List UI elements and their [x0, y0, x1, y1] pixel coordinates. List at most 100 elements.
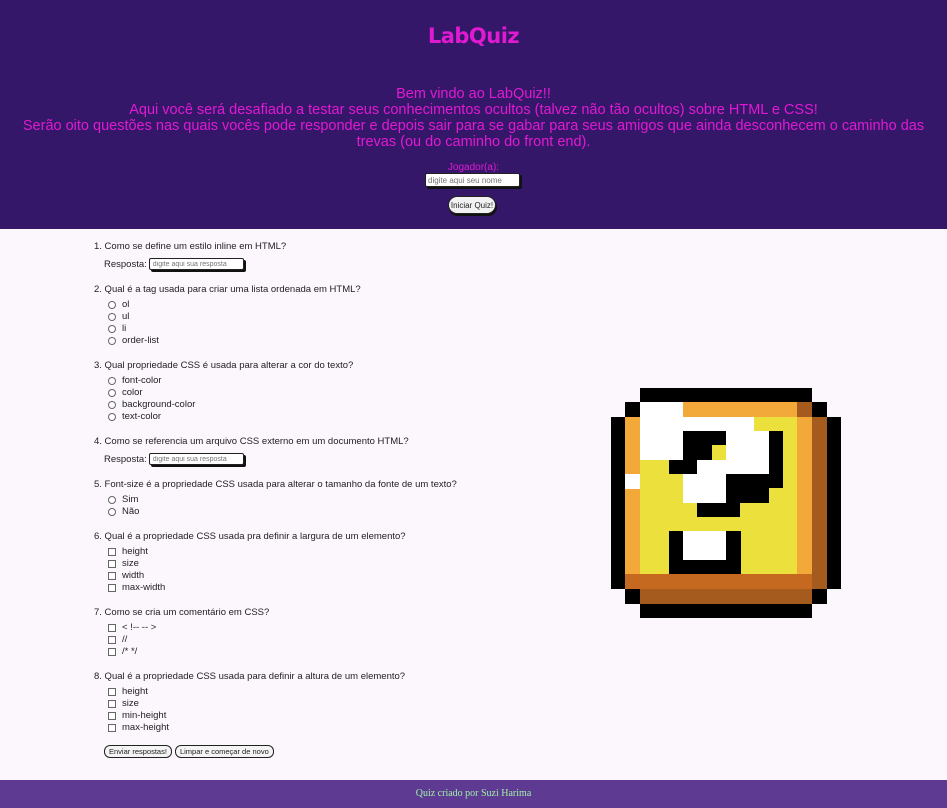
checkbox[interactable]	[108, 712, 116, 720]
option-label: color	[122, 387, 143, 398]
radio-option[interactable]: text-color	[94, 411, 534, 423]
radio-button[interactable]	[108, 325, 116, 333]
option-label: li	[122, 323, 127, 334]
welcome-line: Serão oito questões nas quais vocês pode…	[22, 118, 925, 150]
option-label: width	[122, 570, 145, 581]
player-label: Jogador(a):	[447, 162, 500, 173]
answer-label: Resposta:	[104, 453, 147, 465]
checkbox-option[interactable]: min-height	[94, 710, 534, 722]
radio-button[interactable]	[108, 313, 116, 321]
checkbox[interactable]	[108, 636, 116, 644]
form-actions: Enviar respostas! Limpar e começar de no…	[94, 745, 534, 758]
checkbox[interactable]	[108, 560, 116, 568]
checkbox[interactable]	[108, 648, 116, 656]
option-label: height	[122, 686, 148, 697]
question-text: 5. Font-size é a propriedade CSS usada p…	[94, 479, 457, 490]
radio-button[interactable]	[108, 496, 116, 504]
radio-button[interactable]	[108, 389, 116, 397]
question-text: 1. Como se define um estilo inline em HT…	[94, 241, 287, 252]
reset-button[interactable]: Limpar e começar de novo	[174, 745, 274, 758]
option-label: ul	[122, 311, 130, 322]
welcome-line: Bem vindo ao LabQuiz!!	[396, 86, 551, 102]
option-label: max-height	[122, 722, 169, 733]
question-text: 2. Qual é a tag usada para criar uma lis…	[94, 284, 361, 295]
checkbox[interactable]	[108, 700, 116, 708]
checkbox[interactable]	[108, 688, 116, 696]
option-label: size	[122, 558, 139, 569]
option-label: height	[122, 546, 148, 557]
radio-button[interactable]	[108, 508, 116, 516]
question-5: 5. Font-size é a propriedade CSS usada p…	[94, 479, 534, 518]
option-label: /* */	[122, 646, 138, 657]
option-label: //	[122, 634, 128, 645]
question-7: 7. Como se cria um comentário em CSS? < …	[94, 607, 534, 658]
checkbox[interactable]	[108, 584, 116, 592]
question-4: 4. Como se referencia um arquivo CSS ext…	[94, 436, 534, 466]
radio-button[interactable]	[108, 401, 116, 409]
checkbox-option[interactable]: < !-- -- >	[94, 622, 534, 634]
option-label: Sim	[122, 494, 139, 505]
checkbox[interactable]	[108, 724, 116, 732]
question-1: 1. Como se define um estilo inline em HT…	[94, 241, 534, 271]
radio-button[interactable]	[108, 337, 116, 345]
option-label: max-width	[122, 582, 166, 593]
radio-option[interactable]: color	[94, 387, 534, 399]
answer-row: Resposta:	[94, 257, 534, 271]
question-8: 8. Qual é a propriedade CSS usada para d…	[94, 671, 534, 734]
radio-option[interactable]: font-color	[94, 375, 534, 387]
footer-credit: Quiz criado por Suzi Harima	[415, 788, 532, 799]
site-logo: LabQuiz	[427, 24, 520, 48]
radio-option[interactable]: ul	[94, 311, 534, 323]
question-block-icon	[611, 388, 841, 623]
radio-option[interactable]: background-color	[94, 399, 534, 411]
welcome-line: Aqui você será desafiado a testar seus c…	[129, 102, 818, 118]
option-label: background-color	[122, 399, 196, 410]
checkbox[interactable]	[108, 572, 116, 580]
question-text: 4. Como se referencia um arquivo CSS ext…	[94, 436, 409, 447]
checkbox-option[interactable]: max-height	[94, 722, 534, 734]
option-label: min-height	[122, 710, 167, 721]
question-text: 3. Qual propriedade CSS é usada para alt…	[94, 360, 354, 371]
option-label: font-color	[122, 375, 162, 386]
radio-option[interactable]: ol	[94, 299, 534, 311]
checkbox-option[interactable]: //	[94, 634, 534, 646]
question-text: 6. Qual é a propriedade CSS usada pra de…	[94, 531, 406, 542]
option-label: < !-- -- >	[122, 622, 157, 633]
radio-option[interactable]: Não	[94, 506, 534, 518]
radio-button[interactable]	[108, 413, 116, 421]
answer-label: Resposta:	[104, 258, 147, 270]
player-name-input[interactable]	[425, 173, 520, 187]
checkbox-option[interactable]: width	[94, 570, 534, 582]
option-label: order-list	[122, 335, 159, 346]
radio-button[interactable]	[108, 377, 116, 385]
option-label: size	[122, 698, 139, 709]
answer-input-q1[interactable]	[148, 258, 244, 270]
checkbox-option[interactable]: max-width	[94, 582, 534, 594]
checkbox-option[interactable]: /* */	[94, 646, 534, 658]
radio-button[interactable]	[108, 301, 116, 309]
checkbox-option[interactable]: size	[94, 558, 534, 570]
question-3: 3. Qual propriedade CSS é usada para alt…	[94, 360, 534, 423]
answer-input-q4[interactable]	[148, 453, 244, 465]
page-footer: Quiz criado por Suzi Harima	[0, 780, 947, 808]
checkbox-option[interactable]: size	[94, 698, 534, 710]
question-text: 8. Qual é a propriedade CSS usada para d…	[94, 671, 406, 682]
checkbox-option[interactable]: height	[94, 686, 534, 698]
question-6: 6. Qual é a propriedade CSS usada pra de…	[94, 531, 534, 594]
question-2: 2. Qual é a tag usada para criar uma lis…	[94, 284, 534, 347]
checkbox[interactable]	[108, 624, 116, 632]
page-header: LabQuiz Bem vindo ao LabQuiz!! Aqui você…	[0, 0, 947, 229]
welcome-message: Bem vindo ao LabQuiz!! Aqui você será de…	[10, 86, 937, 150]
option-label: text-color	[122, 411, 162, 422]
radio-option[interactable]: li	[94, 323, 534, 335]
quiz-form: 1. Como se define um estilo inline em HT…	[94, 241, 534, 758]
submit-answers-button[interactable]: Enviar respostas!	[104, 745, 172, 758]
option-label: ol	[122, 299, 130, 310]
radio-option[interactable]: Sim	[94, 494, 534, 506]
radio-option[interactable]: order-list	[94, 335, 534, 347]
start-quiz-button[interactable]: Iniciar Quiz!	[448, 196, 496, 214]
checkbox[interactable]	[108, 548, 116, 556]
question-text: 7. Como se cria um comentário em CSS?	[94, 607, 270, 618]
checkbox-option[interactable]: height	[94, 546, 534, 558]
answer-row: Resposta:	[94, 452, 534, 466]
